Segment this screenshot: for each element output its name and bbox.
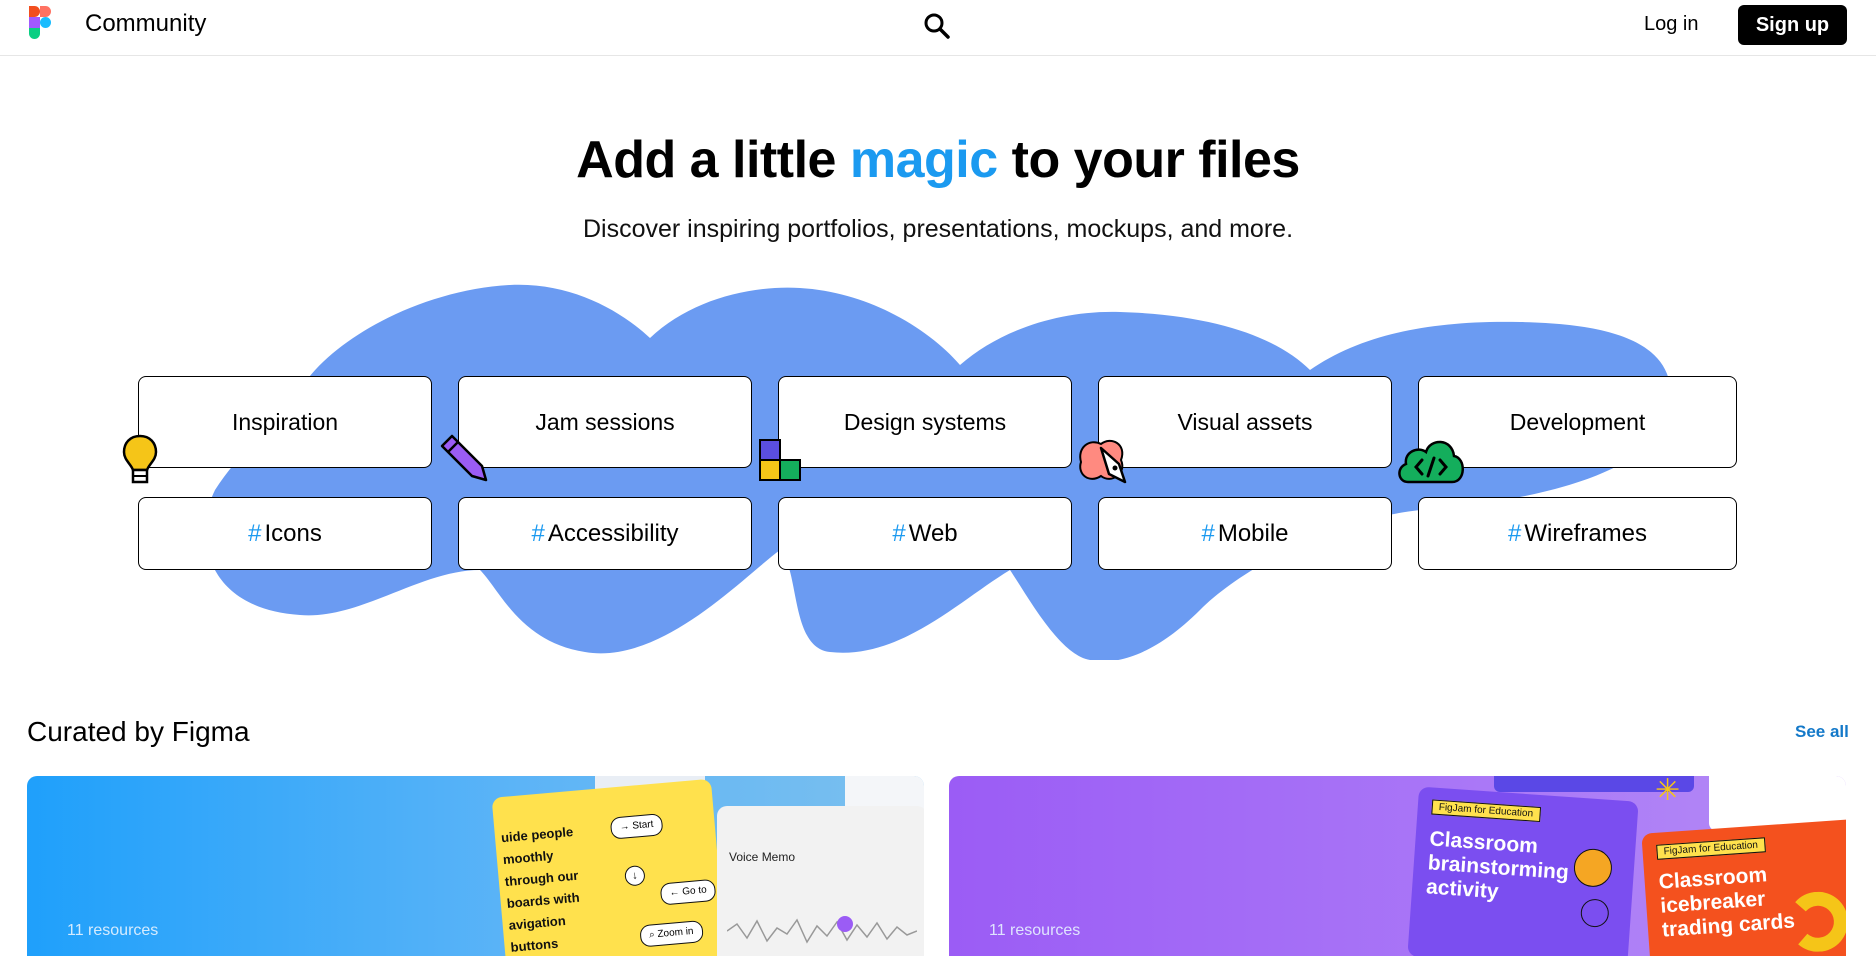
sparkle-icon: ✳: [1655, 776, 1681, 807]
tag-label: Icons: [264, 519, 322, 547]
hero-title-prefix: Add a little: [576, 131, 850, 189]
chevron-down-icon: ↓: [624, 864, 646, 887]
blocks-icon: [759, 439, 801, 481]
chip-goto-label: Go to: [681, 884, 708, 898]
tag-accessibility[interactable]: # Accessibility: [458, 497, 752, 570]
hero-subtitle: Discover inspiring portfolios, presentat…: [582, 215, 1294, 243]
waveform-icon: [727, 918, 917, 944]
voice-memo-thumbnail: Voice Memo: [717, 806, 924, 956]
play-icon: [837, 916, 853, 932]
tag-web[interactable]: # Web: [778, 497, 1072, 570]
tag-mobile[interactable]: # Mobile: [1098, 497, 1392, 570]
lightbulb-icon: [122, 434, 158, 484]
figma-logo-icon[interactable]: [29, 6, 51, 42]
category-design-systems[interactable]: Design systems: [778, 376, 1072, 468]
brainstorm-thumbnail: FigJam for Education Classroom brainstor…: [1407, 786, 1639, 956]
brand-title[interactable]: Community: [85, 9, 206, 39]
pencil-icon: [440, 434, 488, 482]
resource-count: 11 resources: [989, 922, 1081, 939]
category-label: Inspiration: [231, 408, 339, 435]
category-jam-sessions[interactable]: Jam sessions: [458, 376, 752, 468]
voice-memo-label: Voice Memo: [729, 850, 796, 864]
tag-label: Accessibility: [547, 519, 679, 547]
chip-zoom-label: Zoom in: [657, 925, 694, 940]
edu-badge: FigJam for Education: [1431, 799, 1541, 823]
category-label: Development: [1509, 408, 1646, 435]
hash-icon: #: [248, 519, 262, 547]
tag-wireframes[interactable]: # Wireframes: [1418, 497, 1737, 570]
category-visual-assets[interactable]: Visual assets: [1098, 376, 1392, 468]
hero-title-suffix: to your files: [997, 131, 1301, 189]
curated-card[interactable]: ✳ FigJam for Education Classroom brainst…: [949, 776, 1846, 956]
curated-card[interactable]: uide people moothly through our boards w…: [27, 776, 924, 956]
category-label: Visual assets: [1177, 408, 1313, 435]
hash-icon: #: [892, 519, 906, 547]
login-link[interactable]: Log in: [1644, 10, 1699, 38]
tag-label: Mobile: [1217, 519, 1289, 547]
category-label: Design systems: [843, 408, 1007, 435]
card-thumbnail-title: Classroom brainstorming activity: [1425, 827, 1570, 904]
navigation-thumbnail: uide people moothly through our boards w…: [491, 778, 727, 956]
chip-goto: ← Go to: [659, 878, 717, 906]
search-icon[interactable]: [922, 11, 952, 41]
chip-start: → Start: [609, 813, 664, 840]
resource-count: 11 resources: [67, 922, 159, 939]
tag-label: Web: [908, 519, 958, 547]
hash-icon: #: [531, 519, 545, 547]
planet-icon: [1572, 847, 1614, 889]
edu-badge: FigJam for Education: [1656, 837, 1766, 860]
icebreaker-thumbnail: FigJam for Education Classroom icebreake…: [1641, 818, 1846, 956]
section-title: Curated by Figma: [27, 716, 250, 747]
pen-tool-icon: [1079, 439, 1127, 484]
cloud-code-icon: [1398, 440, 1464, 484]
zoom-icon: ⌕: [648, 929, 656, 941]
tag-label: Wireframes: [1524, 519, 1648, 547]
top-nav: Community Log in Sign up: [0, 0, 1876, 56]
category-label: Jam sessions: [535, 408, 675, 435]
chip-start-label: Start: [631, 818, 654, 832]
hash-icon: #: [1201, 519, 1215, 547]
globe-icon: [1579, 898, 1610, 929]
signup-button[interactable]: Sign up: [1738, 5, 1847, 45]
category-inspiration[interactable]: Inspiration: [138, 376, 432, 468]
tag-icons[interactable]: # Icons: [138, 497, 432, 570]
chip-zoom: ⌕ Zoom in: [639, 920, 704, 948]
hero-title: Add a little magic to your files: [0, 128, 1876, 192]
hash-icon: #: [1507, 519, 1522, 547]
hero-title-highlight: magic: [849, 131, 998, 189]
see-all-link[interactable]: See all: [1795, 720, 1849, 744]
thumbnail-text: uide people moothly through our boards w…: [500, 823, 581, 955]
